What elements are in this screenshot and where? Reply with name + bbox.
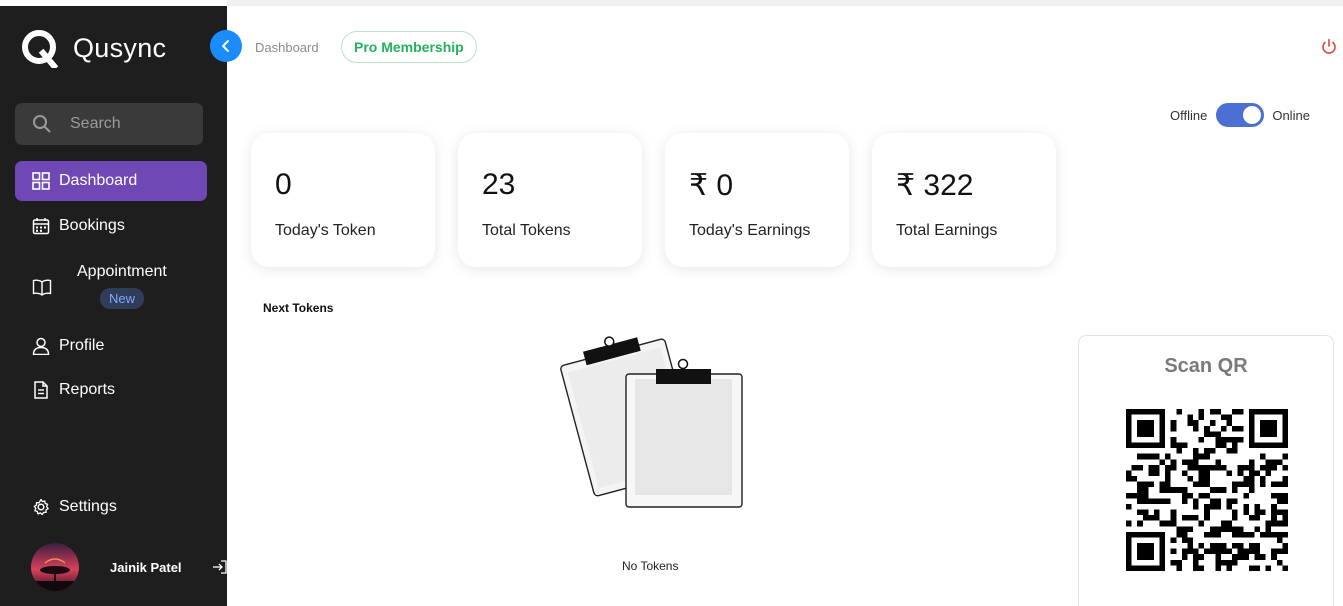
stat-card-total-earnings: ₹ 322 Total Earnings bbox=[872, 133, 1056, 267]
dashboard-grid-icon bbox=[32, 172, 50, 190]
user-icon bbox=[32, 337, 50, 355]
next-tokens-title: Next Tokens bbox=[263, 301, 334, 315]
sidebar-item-label: Appointment bbox=[77, 263, 167, 280]
open-book-icon bbox=[32, 279, 52, 296]
top-border bbox=[227, 0, 1343, 6]
online-switch[interactable] bbox=[1216, 103, 1265, 127]
qusync-logo-icon bbox=[22, 30, 59, 68]
sidebar-item-profile[interactable]: Profile bbox=[15, 326, 207, 366]
stat-value: ₹ 0 bbox=[689, 169, 734, 202]
online-status-toggle: Offline Online bbox=[1170, 103, 1310, 127]
switch-knob bbox=[1243, 106, 1262, 124]
stat-value: 0 bbox=[275, 168, 292, 201]
new-badge: New bbox=[100, 288, 145, 309]
user-profile[interactable]: Jainik Patel bbox=[31, 543, 227, 591]
search-icon bbox=[33, 115, 51, 133]
stat-value: ₹ 322 bbox=[896, 169, 974, 202]
sidebar-item-dashboard[interactable]: Dashboard bbox=[15, 161, 207, 201]
sidebar-item-label: Dashboard bbox=[59, 172, 138, 189]
stat-label: Total Tokens bbox=[482, 222, 571, 239]
gear-icon bbox=[32, 498, 50, 516]
power-icon[interactable] bbox=[1320, 38, 1338, 56]
collapse-sidebar-button[interactable] bbox=[210, 30, 242, 62]
scan-qr-card: Scan QR bbox=[1078, 335, 1334, 606]
empty-state-text: No Tokens bbox=[622, 559, 679, 573]
sidebar-item-label: Profile bbox=[59, 337, 105, 354]
app-name: Qusync bbox=[73, 32, 167, 63]
document-icon bbox=[32, 381, 50, 399]
stat-card-todays-token: 0 Today's Token bbox=[251, 133, 435, 267]
sidebar-item-label: Reports bbox=[59, 381, 116, 398]
sidebar-item-label: Settings bbox=[59, 498, 117, 515]
stat-label: Today's Earnings bbox=[689, 222, 811, 239]
sidebar-item-label: Bookings bbox=[59, 217, 125, 234]
qr-code[interactable] bbox=[1126, 409, 1288, 571]
sidebar: Qusync Dashboard Bookings Appointment Ne… bbox=[0, 6, 227, 606]
sidebar-item-reports[interactable]: Reports bbox=[15, 370, 207, 410]
stat-label: Total Earnings bbox=[896, 222, 998, 239]
sidebar-item-bookings[interactable]: Bookings bbox=[15, 206, 207, 246]
breadcrumb[interactable]: Dashboard bbox=[255, 40, 319, 55]
calendar-icon bbox=[32, 217, 50, 235]
stat-label: Today's Token bbox=[275, 222, 376, 239]
avatar[interactable] bbox=[31, 543, 79, 591]
scan-qr-title: Scan QR bbox=[1164, 355, 1248, 377]
search-box[interactable] bbox=[15, 103, 203, 145]
sidebar-item-appointment[interactable]: Appointment New bbox=[15, 255, 207, 319]
stat-value: 23 bbox=[482, 168, 516, 201]
offline-label: Offline bbox=[1170, 107, 1208, 123]
pro-membership-badge[interactable]: Pro Membership bbox=[341, 31, 477, 63]
brand[interactable]: Qusync bbox=[20, 28, 166, 68]
search-input[interactable] bbox=[70, 115, 190, 133]
empty-clipboards-illustration bbox=[560, 336, 743, 508]
chevron-left-icon bbox=[222, 40, 229, 52]
user-name: Jainik Patel bbox=[110, 559, 182, 575]
sidebar-item-settings[interactable]: Settings bbox=[15, 487, 207, 527]
stat-card-total-tokens: 23 Total Tokens bbox=[458, 133, 642, 267]
online-label: Online bbox=[1272, 107, 1310, 123]
stat-card-todays-earnings: ₹ 0 Today's Earnings bbox=[665, 133, 849, 267]
logout-icon[interactable] bbox=[212, 559, 228, 575]
